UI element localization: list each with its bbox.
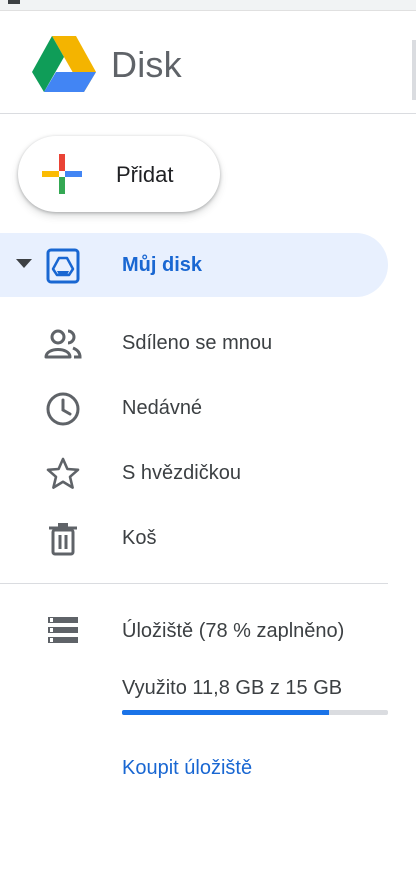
app-title: Disk: [111, 44, 182, 85]
sidebar-item-label: Koš: [122, 527, 157, 549]
storage-progress-fill: [122, 710, 330, 715]
section-divider: [0, 583, 388, 584]
browser-menu-icon: [8, 0, 20, 4]
clock-icon: [46, 392, 80, 426]
sidebar-item-label: Nedávné: [122, 397, 203, 419]
sidebar-item-recent[interactable]: Nedávné: [0, 376, 416, 440]
storage-icon: [48, 617, 78, 643]
star-icon: [46, 457, 80, 489]
plus-icon: [42, 154, 82, 194]
app-header: Disk: [0, 10, 416, 114]
panel-edge-divider: [412, 40, 416, 100]
sidebar-item-label: S hvězdičkou: [122, 462, 241, 484]
sidebar-item-my-drive[interactable]: Můj disk: [0, 233, 388, 297]
storage-usage-text: Využito 11,8 GB z 15 GB: [122, 677, 343, 699]
sidebar-item-label: Můj disk: [122, 254, 203, 276]
new-button-label: Přidat: [116, 162, 174, 187]
sidebar-item-trash[interactable]: Koš: [0, 506, 416, 570]
sidebar-item-label: Sdíleno se mnou: [122, 332, 273, 354]
shared-people-icon: [44, 329, 82, 359]
storage-progress-bar: [122, 710, 388, 715]
expand-caret-icon[interactable]: [16, 259, 32, 268]
sidebar-item-shared[interactable]: Sdíleno se mnou: [0, 311, 416, 375]
sidebar-item-starred[interactable]: S hvězdičkou: [0, 441, 416, 505]
drive-logo-icon[interactable]: [32, 34, 96, 92]
new-button[interactable]: Přidat: [18, 136, 220, 212]
my-drive-icon: [46, 248, 80, 284]
sidebar-item-storage[interactable]: Úložiště (78 % zaplněno): [0, 600, 416, 660]
trash-icon: [49, 523, 77, 556]
buy-storage-link[interactable]: Koupit úložiště: [122, 757, 252, 780]
storage-title: Úložiště (78 % zaplněno): [122, 620, 345, 642]
